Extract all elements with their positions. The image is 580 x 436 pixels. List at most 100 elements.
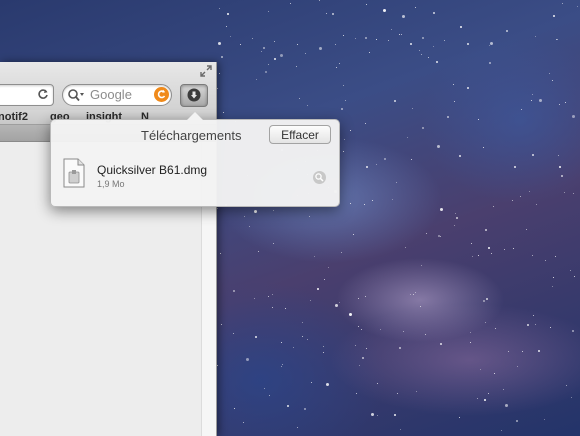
star bbox=[504, 248, 506, 250]
star bbox=[376, 382, 378, 384]
star bbox=[477, 397, 479, 399]
star bbox=[454, 101, 456, 103]
star bbox=[364, 123, 366, 125]
star bbox=[483, 146, 485, 148]
star bbox=[314, 256, 316, 258]
star bbox=[227, 13, 230, 16]
star bbox=[273, 243, 275, 245]
star bbox=[572, 193, 574, 195]
star bbox=[422, 126, 425, 129]
star bbox=[229, 35, 231, 37]
star bbox=[488, 393, 490, 395]
star bbox=[292, 347, 294, 349]
star bbox=[280, 53, 284, 57]
star bbox=[503, 388, 505, 390]
star bbox=[273, 57, 276, 60]
star bbox=[364, 203, 366, 205]
star bbox=[240, 44, 242, 46]
star bbox=[352, 234, 354, 236]
star bbox=[255, 335, 258, 338]
star bbox=[342, 85, 344, 87]
reveal-in-finder-icon[interactable] bbox=[313, 171, 326, 184]
star bbox=[368, 52, 370, 54]
address-field[interactable] bbox=[0, 84, 54, 106]
search-icon[interactable] bbox=[67, 88, 85, 102]
star bbox=[243, 422, 245, 424]
star bbox=[306, 339, 308, 341]
star bbox=[402, 15, 406, 19]
star bbox=[344, 99, 346, 101]
star bbox=[322, 351, 324, 353]
snapback-icon[interactable] bbox=[154, 87, 169, 102]
star bbox=[455, 213, 457, 215]
star bbox=[562, 3, 564, 5]
star bbox=[311, 381, 313, 383]
clear-button[interactable]: Effacer bbox=[269, 125, 331, 144]
star bbox=[267, 295, 269, 297]
star bbox=[420, 265, 422, 267]
star bbox=[577, 6, 579, 8]
star bbox=[323, 278, 325, 280]
star bbox=[549, 72, 551, 74]
fullscreen-icon[interactable] bbox=[200, 65, 212, 77]
search-placeholder: Google bbox=[90, 87, 132, 102]
star bbox=[396, 393, 398, 395]
star bbox=[440, 342, 443, 345]
star bbox=[217, 88, 219, 90]
star bbox=[357, 325, 359, 327]
bookmark-item[interactable]: notif2 bbox=[0, 111, 28, 123]
star bbox=[365, 295, 367, 297]
star bbox=[528, 191, 530, 193]
star bbox=[285, 308, 287, 310]
star bbox=[355, 37, 357, 39]
star bbox=[552, 276, 554, 278]
star bbox=[334, 44, 336, 46]
star bbox=[570, 397, 572, 399]
star bbox=[543, 419, 545, 421]
star bbox=[232, 332, 234, 334]
star bbox=[343, 150, 345, 152]
star bbox=[318, 0, 320, 1]
star bbox=[387, 40, 389, 42]
star bbox=[219, 73, 221, 75]
star bbox=[359, 364, 361, 366]
star bbox=[492, 206, 494, 208]
star bbox=[559, 165, 562, 168]
star bbox=[325, 383, 329, 387]
star bbox=[326, 12, 328, 14]
star bbox=[394, 414, 397, 417]
star bbox=[555, 38, 557, 40]
star bbox=[262, 47, 265, 50]
star bbox=[339, 302, 341, 304]
download-item[interactable]: Quicksilver B61.dmg 1,9 Mo bbox=[51, 152, 339, 198]
star bbox=[512, 248, 514, 250]
reload-icon[interactable] bbox=[37, 88, 49, 100]
star bbox=[301, 322, 303, 324]
dmg-file-icon bbox=[63, 158, 85, 188]
star bbox=[420, 306, 422, 308]
star bbox=[365, 166, 368, 169]
star bbox=[350, 129, 352, 131]
star bbox=[433, 12, 436, 15]
star bbox=[375, 164, 377, 166]
star bbox=[494, 327, 496, 329]
star bbox=[354, 344, 356, 346]
star bbox=[426, 233, 428, 235]
star bbox=[383, 8, 387, 12]
star bbox=[395, 182, 397, 184]
star bbox=[304, 408, 307, 411]
star bbox=[485, 228, 488, 231]
search-field[interactable]: Google bbox=[62, 84, 172, 106]
star bbox=[572, 114, 576, 118]
star bbox=[469, 332, 471, 334]
star bbox=[268, 63, 270, 65]
star bbox=[398, 346, 401, 349]
star bbox=[365, 347, 367, 349]
star bbox=[372, 199, 374, 201]
star bbox=[348, 313, 352, 317]
star bbox=[366, 3, 368, 5]
star bbox=[404, 247, 406, 249]
downloads-button[interactable] bbox=[180, 84, 208, 107]
star bbox=[436, 144, 440, 148]
star bbox=[530, 99, 532, 101]
